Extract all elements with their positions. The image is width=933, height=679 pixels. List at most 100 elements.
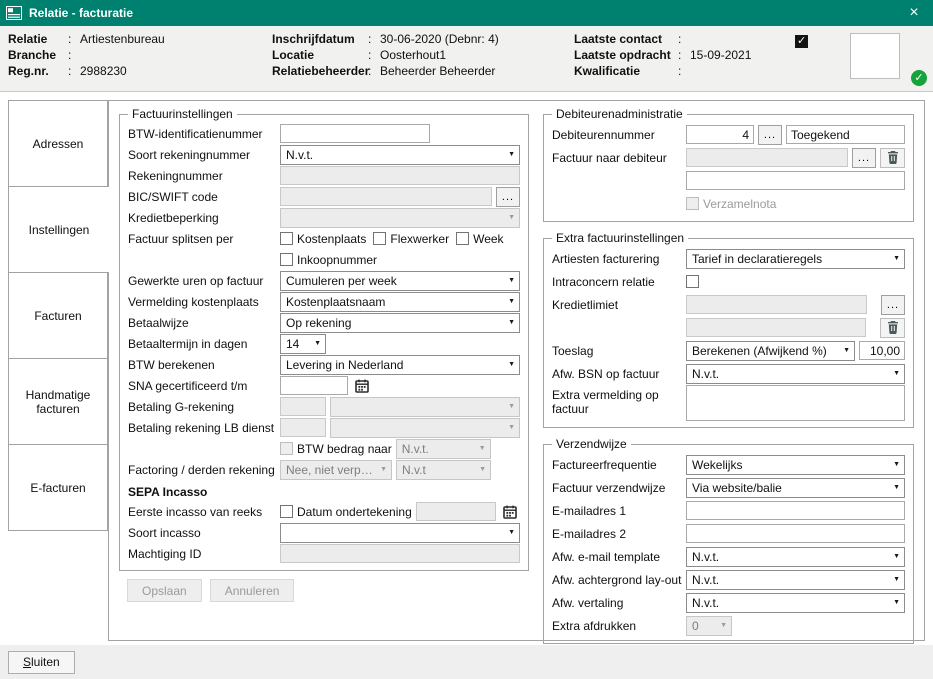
tab-handmatige-facturen[interactable]: Handmatige facturen	[8, 358, 108, 445]
btw-bedrag-select: N.v.t.	[396, 439, 491, 459]
vermelding-kostenplaats-label: Vermelding kostenplaats	[128, 295, 280, 309]
vermelding-kostenplaats-select[interactable]: Kostenplaatsnaam	[280, 292, 520, 312]
annuleren-button[interactable]: Annuleren	[210, 579, 295, 602]
toeslag-label: Toeslag	[552, 344, 686, 358]
tab-adressen[interactable]: Adressen	[8, 100, 108, 187]
regnr-label: Reg.nr.	[8, 64, 66, 78]
week-checkbox[interactable]	[456, 232, 469, 245]
datum-ondertekening-calendar-button[interactable]	[500, 502, 520, 522]
relatie-label: Relatie	[8, 32, 66, 46]
kredietlimiet-label: Kredietlimiet	[552, 298, 686, 312]
sna-date-input[interactable]	[280, 376, 348, 395]
emailadres2-label: E-mailadres 2	[552, 527, 686, 541]
tab-instellingen[interactable]: Instellingen	[8, 186, 109, 273]
content-area: Adressen Instellingen Facturen Handmatig…	[0, 92, 933, 645]
chevron-down-icon	[508, 361, 515, 368]
factuur-verzendwijze-select[interactable]: Via website/balie	[686, 478, 905, 498]
chevron-down-icon	[893, 461, 900, 468]
sna-calendar-button[interactable]	[352, 376, 372, 396]
relatiebeheerder-label: Relatiebeheerder	[272, 64, 366, 78]
extra-vermelding-textarea[interactable]	[686, 385, 905, 421]
branche-value	[80, 48, 272, 62]
inkoopnummer-checkbox[interactable]	[280, 253, 293, 266]
btw-bedrag-checkbox	[280, 442, 293, 455]
sidebar-tabs: Adressen Instellingen Facturen Handmatig…	[8, 100, 108, 641]
factuur-naar-debiteur-label: Factuur naar debiteur	[552, 151, 686, 165]
relation-header: Relatie:Artiestenbureau Branche: Reg.nr.…	[0, 26, 933, 92]
calendar-icon	[355, 379, 369, 393]
kredietlimiet-extra-input	[686, 318, 866, 337]
factoring-select: Nee, niet verpand	[280, 460, 392, 480]
bic-swift-label: BIC/SWIFT code	[128, 190, 280, 204]
laatste-opdracht-label: Laatste opdracht	[574, 48, 676, 62]
chevron-down-icon	[893, 599, 900, 606]
soort-rekeningnummer-select[interactable]: N.v.t.	[280, 145, 520, 165]
inschrijfdatum-value: 30-06-2020 (Debnr: 4)	[380, 32, 574, 46]
kredietlimiet-browse-button[interactable]: ...	[881, 295, 905, 315]
header-block-mid: Inschrijfdatum:30-06-2020 (Debnr: 4) Loc…	[272, 32, 574, 91]
debiteurennummer-browse-button[interactable]: ...	[758, 125, 782, 145]
datum-ondertekening-label: Datum ondertekening	[297, 505, 412, 519]
flexwerker-checkbox[interactable]	[373, 232, 386, 245]
header-checkbox[interactable]	[795, 35, 808, 48]
factureerfrequentie-select[interactable]: Wekelijks	[686, 455, 905, 475]
debiteurennummer-input[interactable]	[686, 125, 754, 144]
soort-incasso-select[interactable]	[280, 523, 520, 543]
machtiging-id-label: Machtiging ID	[128, 547, 280, 561]
btw-berekenen-label: BTW berekenen	[128, 358, 280, 372]
eerste-incasso-label: Eerste incasso van reeks	[128, 505, 280, 519]
toeslag-select[interactable]: Berekenen (Afwijkend %)	[686, 341, 855, 361]
afw-achtergrond-select[interactable]: N.v.t.	[686, 570, 905, 590]
trash-icon	[887, 151, 899, 164]
emailadres1-input[interactable]	[686, 501, 905, 520]
factoring-account-select: N.v.t	[396, 460, 491, 480]
artiesten-facturering-select[interactable]: Tarief in declaratieregels	[686, 249, 905, 269]
emailadres2-input[interactable]	[686, 524, 905, 543]
emailadres1-label: E-mailadres 1	[552, 504, 686, 518]
sepa-incasso-heading: SEPA Incasso	[128, 485, 520, 499]
btw-berekenen-select[interactable]: Levering in Nederland	[280, 355, 520, 375]
afw-vertaling-select[interactable]: N.v.t.	[686, 593, 905, 613]
intraconcern-checkbox[interactable]	[686, 275, 699, 288]
kredietbeperking-select	[280, 208, 520, 228]
factuurinstellingen-fieldset: Factuurinstellingen BTW-identificatienum…	[119, 107, 529, 571]
laatste-opdracht-value: 15-09-2021	[690, 48, 802, 62]
kredietlimiet-delete-button[interactable]	[880, 318, 905, 338]
afw-bsn-label: Afw. BSN op factuur	[552, 367, 686, 381]
afw-achtergrond-label: Afw. achtergrond lay-out	[552, 573, 686, 587]
debiteurennummer-label: Debiteurennummer	[552, 128, 686, 142]
eerste-incasso-checkbox[interactable]	[280, 505, 293, 518]
chevron-down-icon	[893, 484, 900, 491]
factuur-naar-debiteur-browse-button[interactable]: ...	[852, 148, 876, 168]
opslaan-button[interactable]: Opslaan	[127, 579, 202, 602]
btw-id-label: BTW-identificatienummer	[128, 127, 280, 141]
calendar-icon	[503, 505, 517, 519]
kostenplaats-checkbox[interactable]	[280, 232, 293, 245]
betaaltermijn-select[interactable]: 14	[280, 334, 326, 354]
right-column: Debiteurenadministratie Debiteurennummer…	[543, 107, 914, 632]
btw-id-input[interactable]	[280, 124, 430, 143]
toeslag-percentage-input[interactable]	[859, 341, 905, 360]
afw-bsn-select[interactable]: N.v.t.	[686, 364, 905, 384]
flexwerker-checkbox-label: Flexwerker	[390, 232, 449, 246]
betaalwijze-select[interactable]: Op rekening	[280, 313, 520, 333]
afw-email-template-select[interactable]: N.v.t.	[686, 547, 905, 567]
form-actions: Opslaan Annuleren	[119, 579, 529, 602]
tab-facturen[interactable]: Facturen	[8, 272, 108, 359]
kredietbeperking-label: Kredietbeperking	[128, 211, 280, 225]
debiteurenadministratie-fieldset: Debiteurenadministratie Debiteurennummer…	[543, 107, 914, 222]
factuur-splitsen-label: Factuur splitsen per	[128, 232, 280, 246]
factuur-naar-debiteur-delete-button[interactable]	[880, 148, 905, 168]
debiteur-extra-input[interactable]	[686, 171, 905, 190]
bic-browse-button[interactable]: ...	[496, 187, 520, 207]
extra-afdrukken-label: Extra afdrukken	[552, 619, 686, 633]
chevron-down-icon	[508, 214, 515, 221]
close-icon[interactable]: ×	[901, 0, 927, 26]
betaling-lb-input	[280, 418, 326, 437]
tab-e-facturen[interactable]: E-facturen	[8, 444, 108, 531]
verzamelnota-checkbox	[686, 197, 699, 210]
sluiten-button[interactable]: Sluiten	[8, 651, 75, 674]
chevron-down-icon	[893, 553, 900, 560]
gewerkte-uren-select[interactable]: Cumuleren per week	[280, 271, 520, 291]
laatste-contact-label: Laatste contact	[574, 32, 676, 46]
